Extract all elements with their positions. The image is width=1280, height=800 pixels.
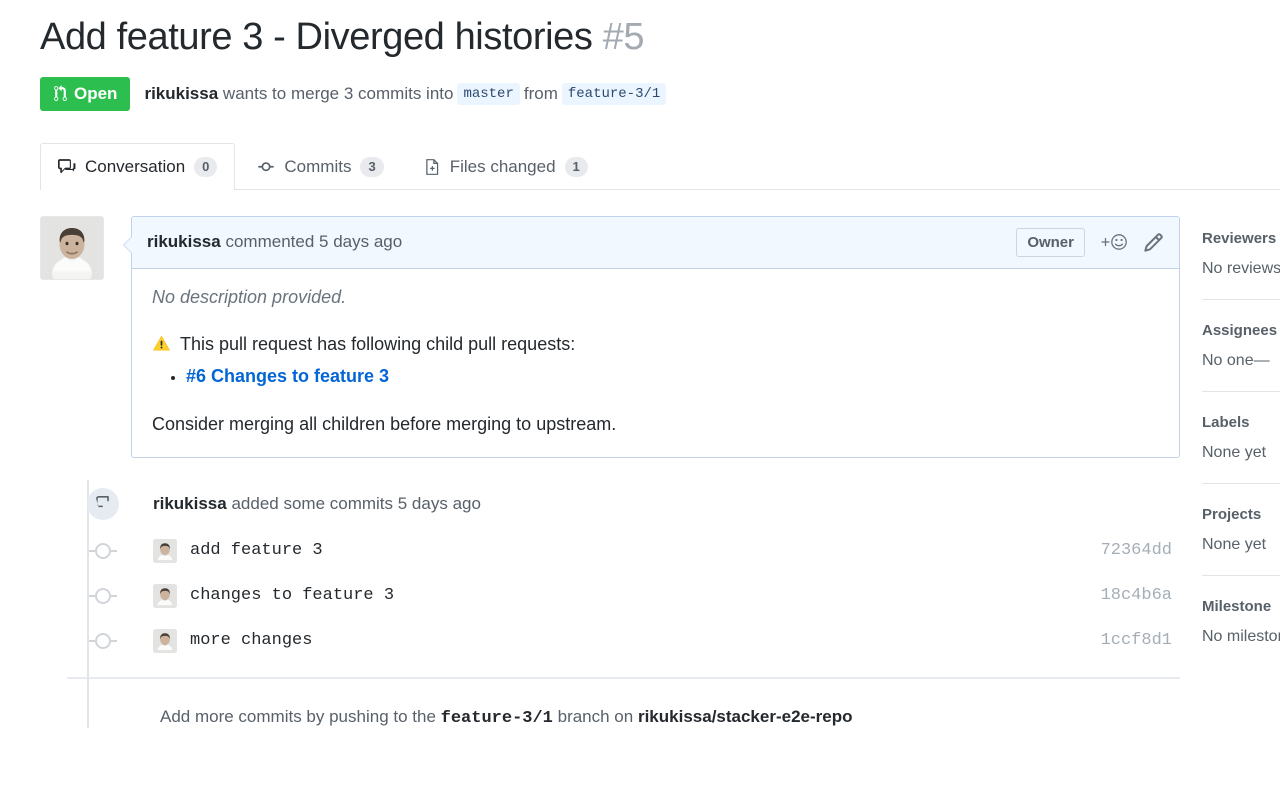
sidebar-title-projects: Projects [1202, 505, 1262, 523]
child-pr-list: #6 Changes to feature 3 [152, 366, 1159, 387]
comment-header: rikukissa commented 5 days ago Owner [132, 216, 1179, 269]
sidebar-value-labels: None yet [1202, 443, 1267, 461]
status-badge-label: Open [74, 83, 118, 103]
timeline-push-action: added some commits 5 days ago [231, 494, 481, 514]
page-title: Add feature 3 - Diverged histories #5 [40, 16, 1280, 60]
commit-message[interactable]: add feature 3 [190, 541, 323, 560]
pull-request-page: Add feature 3 - Diverged histories #5 Op… [0, 0, 1280, 800]
sidebar-section-reviewers[interactable]: Reviewers No reviews [1202, 228, 1280, 278]
conversation-column: rikukissa commented 5 days ago Owner No … [40, 190, 1180, 729]
divider [67, 677, 1180, 680]
sidebar-section-milestone[interactable]: Milestone No milestone [1202, 596, 1280, 646]
sidebar-value-assignees: No one— [1202, 351, 1270, 369]
base-branch-chip[interactable]: master [457, 82, 520, 105]
push-instructions-repo: rikukissa/stacker-e2e-repo [637, 707, 853, 727]
commit-sha[interactable]: 18c4b6a [1101, 586, 1172, 605]
table-row: changes to feature 3 18c4b6a [67, 573, 1180, 618]
sidebar-section-labels[interactable]: Labels None yet [1202, 412, 1280, 462]
table-row: add feature 3 72364dd [67, 528, 1180, 573]
comment-author[interactable]: rikukissa [147, 232, 221, 251]
comment-container: rikukissa commented 5 days ago Owner No … [40, 215, 1180, 459]
avatar[interactable] [153, 583, 177, 608]
pr-number: #5 [602, 16, 645, 58]
sidebar-value-reviewers: No reviews [1202, 259, 1280, 277]
comment-author-line: rikukissa commented 5 days ago [147, 232, 402, 252]
comment-action-text: commented 5 days ago [225, 232, 403, 252]
owner-badge[interactable]: Owner [1016, 227, 1085, 257]
divider [1202, 390, 1280, 392]
timeline: rikukissa added some commits 5 days ago [40, 480, 1180, 729]
list-item: #6 Changes to feature 3 [186, 366, 1159, 387]
sidebar-value-projects: None yet [1202, 535, 1267, 553]
repo-push-icon [87, 488, 119, 521]
child-pr-link[interactable]: #6 Changes to feature 3 [186, 366, 389, 386]
no-description-text: No description provided. [152, 286, 347, 307]
pr-author[interactable]: rikukissa [144, 84, 218, 104]
pr-header: Add feature 3 - Diverged histories #5 Op… [0, 0, 1280, 111]
sidebar-section-assignees[interactable]: Assignees No one— [1202, 320, 1280, 370]
push-instructions: Add more commits by pushing to the featu… [160, 707, 1180, 728]
timeline-push-author[interactable]: rikukissa [153, 494, 227, 513]
commit-message[interactable]: more changes [190, 631, 312, 650]
comment-discussion-icon [58, 158, 76, 176]
pr-title-text: Add feature 3 - Diverged histories [40, 16, 593, 58]
push-instructions-middle: branch on [557, 707, 634, 727]
tab-files-changed[interactable]: Files changed 1 [406, 143, 606, 190]
add-reaction-icon[interactable] [1099, 232, 1129, 252]
commit-sha[interactable]: 72364dd [1101, 541, 1172, 560]
git-pull-request-icon [53, 85, 68, 102]
warning-icon [152, 334, 171, 361]
divider [1202, 298, 1280, 300]
avatar[interactable] [40, 215, 104, 280]
tab-commits[interactable]: Commits 3 [239, 143, 401, 190]
status-badge: Open [40, 76, 131, 111]
pencil-icon[interactable] [1143, 232, 1164, 253]
commit-dot-icon [89, 542, 117, 559]
tab-files-changed-count: 1 [564, 156, 588, 177]
sidebar-title-milestone: Milestone [1202, 597, 1272, 615]
commit-dot-icon [89, 587, 117, 604]
timeline-push-event: rikukissa added some commits 5 days ago [67, 480, 1180, 528]
head-branch-chip[interactable]: feature-3/1 [561, 82, 667, 105]
pr-meta: Open rikukissa wants to merge 3 commits … [40, 76, 1280, 111]
push-instructions-branch: feature-3/1 [440, 709, 553, 729]
tab-files-changed-label: Files changed [449, 156, 556, 176]
child-pr-warning: This pull request has following child pu… [152, 334, 1159, 361]
commit-message[interactable]: changes to feature 3 [190, 586, 394, 605]
commit-sha[interactable]: 1ccf8d1 [1101, 631, 1172, 650]
child-pr-warning-text: This pull request has following child pu… [180, 333, 576, 354]
merge-description-1: wants to merge 3 commits into [222, 83, 454, 103]
commit-dot-icon [89, 632, 117, 649]
sidebar-value-milestone: No milestone [1202, 627, 1280, 645]
timeline-push-text: rikukissa added some commits 5 days ago [153, 494, 481, 514]
comment-box: rikukissa commented 5 days ago Owner No … [123, 215, 1180, 459]
divider [1202, 482, 1280, 484]
tab-conversation-count: 0 [194, 156, 218, 177]
sidebar-title-reviewers: Reviewers [1202, 229, 1277, 247]
diff-icon [424, 158, 441, 176]
comment-body: No description provided. This pull reque… [132, 269, 1179, 458]
push-instructions-prefix: Add more commits by pushing to the [160, 707, 436, 727]
avatar[interactable] [153, 538, 177, 563]
tab-commits-label: Commits [284, 156, 352, 176]
pr-sidebar: Reviewers No reviews Assignees No one— L… [1180, 190, 1280, 729]
sidebar-section-projects[interactable]: Projects None yet [1202, 504, 1280, 554]
merge-description-2: from [523, 83, 558, 103]
git-commit-icon [257, 158, 275, 176]
avatar[interactable] [153, 628, 177, 653]
comment-actions: Owner [1016, 227, 1164, 257]
tab-conversation[interactable]: Conversation 0 [40, 142, 236, 191]
comment-footer-text: Consider merging all children before mer… [152, 414, 617, 435]
tab-conversation-label: Conversation [85, 156, 186, 176]
tab-commits-count: 3 [360, 156, 384, 177]
table-row: more changes 1ccf8d1 [67, 618, 1180, 663]
pr-body: rikukissa commented 5 days ago Owner No … [0, 190, 1280, 729]
sidebar-title-assignees: Assignees [1202, 321, 1278, 339]
sidebar-title-labels: Labels [1202, 413, 1250, 431]
pr-tabs: Conversation 0 Commits 3 Files changed 1 [40, 135, 1280, 191]
divider [1202, 574, 1280, 576]
